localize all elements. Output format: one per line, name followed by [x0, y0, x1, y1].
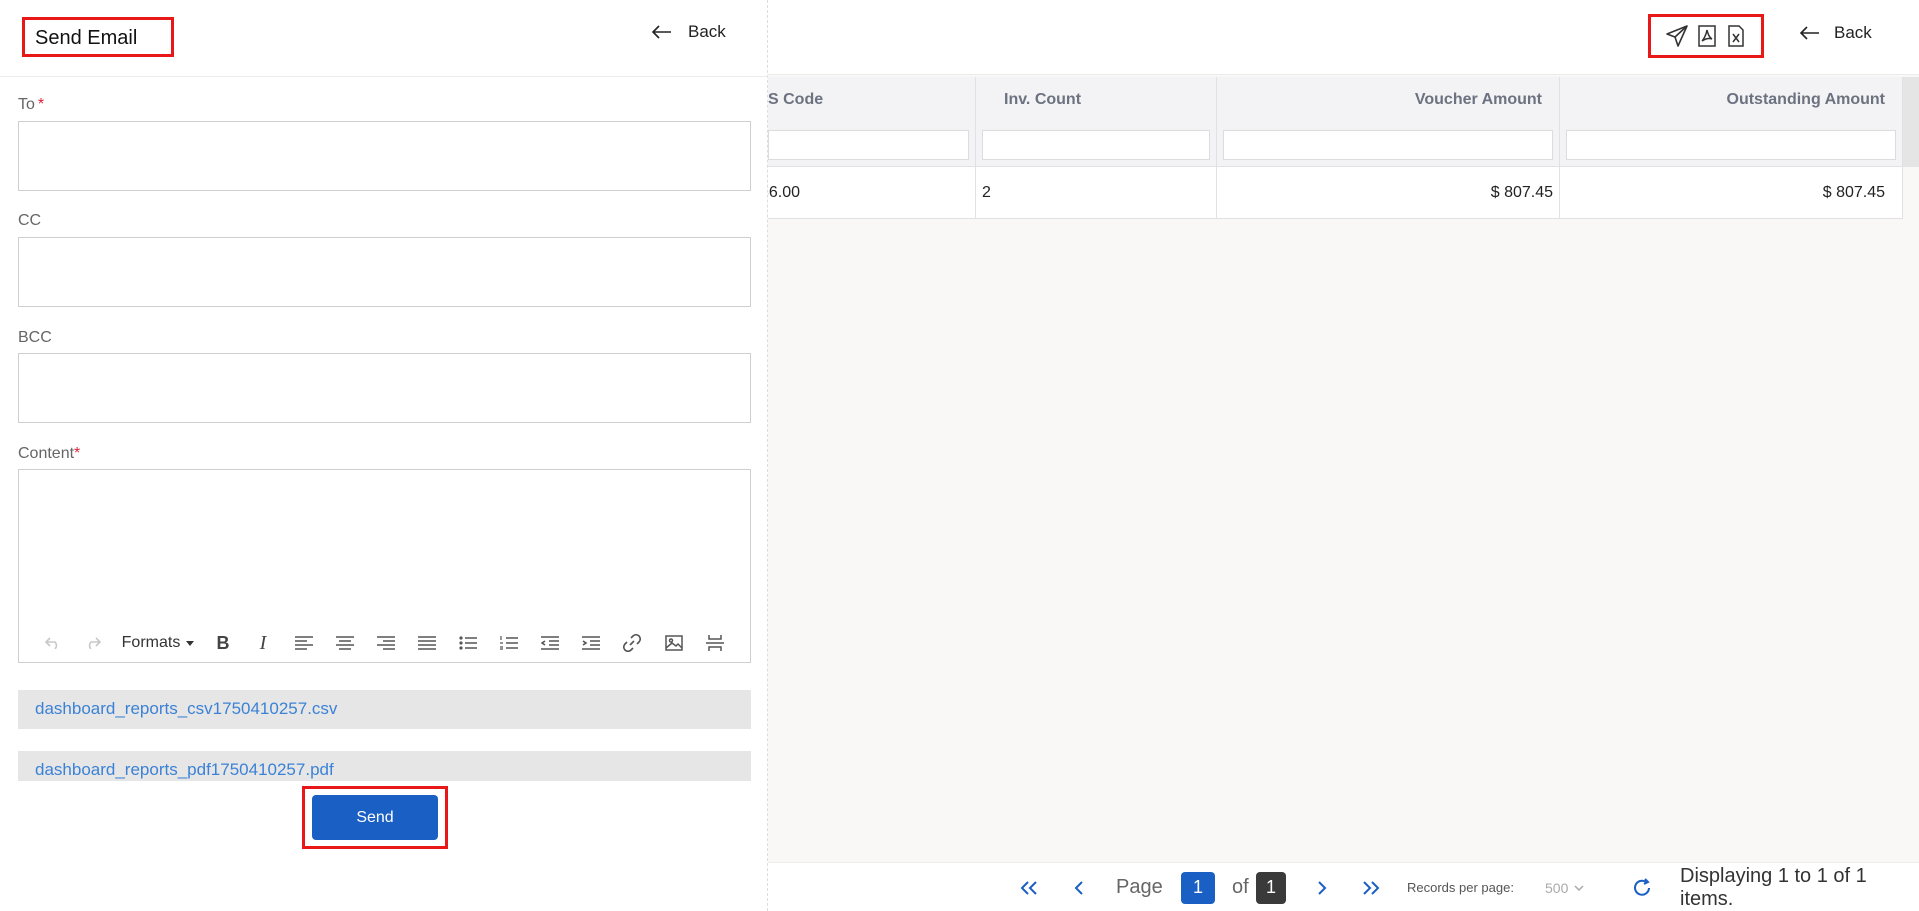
- required-mark: *: [37, 96, 45, 113]
- panel-title: Send Email: [22, 17, 174, 57]
- report-back-label: Back: [1834, 23, 1872, 42]
- numbered-list-icon[interactable]: [488, 628, 529, 658]
- pdf-icon[interactable]: [1696, 24, 1718, 48]
- of-label: of: [1232, 876, 1249, 898]
- outdent-icon[interactable]: [529, 628, 570, 658]
- page-label: Page: [1116, 876, 1163, 898]
- panel-back-button[interactable]: Back: [652, 22, 726, 42]
- indent-icon[interactable]: [570, 628, 611, 658]
- content-label: Content*: [18, 445, 80, 463]
- align-center-icon[interactable]: [324, 628, 365, 658]
- caret-down-icon: [186, 640, 195, 646]
- italic-icon[interactable]: I: [243, 628, 283, 658]
- column-header-outstanding-amount[interactable]: Outstanding Amount: [1560, 77, 1903, 167]
- next-page-icon[interactable]: [1317, 863, 1327, 911]
- column-label: Voucher Amount: [1414, 91, 1542, 108]
- bold-icon[interactable]: B: [203, 628, 243, 658]
- content-editor[interactable]: Formats B I: [18, 469, 751, 663]
- table-cell: $ 807.45: [1560, 167, 1903, 219]
- panel-back-label: Back: [688, 22, 726, 41]
- to-label: To *: [18, 96, 44, 114]
- cc-field[interactable]: [18, 237, 751, 307]
- arrow-left-icon: [1800, 26, 1819, 40]
- column-label: Inv. Count: [1004, 91, 1082, 108]
- editor-toolbar: Formats B I: [19, 624, 750, 662]
- column-filter-input[interactable]: [1566, 130, 1896, 160]
- attachment-pdf[interactable]: dashboard_reports_pdf1750410257.pdf: [18, 751, 751, 781]
- grid-scrollbar[interactable]: [1903, 77, 1919, 167]
- records-per-page-select[interactable]: 500: [1545, 863, 1584, 911]
- send-icon[interactable]: [1665, 24, 1689, 48]
- redo-icon[interactable]: [73, 628, 113, 658]
- excel-icon[interactable]: [1725, 24, 1747, 48]
- link-icon[interactable]: [611, 628, 653, 658]
- align-left-icon[interactable]: [283, 628, 324, 658]
- table-cell: 2: [976, 167, 1217, 219]
- bullet-list-icon[interactable]: [447, 628, 488, 658]
- refresh-icon[interactable]: [1632, 863, 1652, 911]
- formats-label: Formats: [121, 634, 181, 651]
- bcc-label: BCC: [18, 329, 52, 346]
- current-page-number: 1: [1181, 871, 1215, 904]
- column-label: Outstanding Amount: [1726, 91, 1886, 108]
- column-filter-input[interactable]: [768, 130, 969, 160]
- column-filter-input[interactable]: [1223, 130, 1553, 160]
- column-label: S Code: [768, 91, 824, 108]
- bcc-field[interactable]: [18, 353, 751, 423]
- report-back-button[interactable]: Back: [1800, 23, 1872, 43]
- column-header-voucher-amount[interactable]: Voucher Amount: [1217, 77, 1560, 167]
- chevron-down-icon: [1574, 884, 1584, 891]
- send-button[interactable]: Send: [312, 795, 438, 840]
- to-label-text: To: [18, 96, 35, 113]
- content-label-text: Content: [18, 445, 75, 462]
- column-filter-input[interactable]: [982, 130, 1210, 160]
- records-per-page-value: 500: [1545, 879, 1569, 896]
- attachment-csv[interactable]: dashboard_reports_csv1750410257.csv: [18, 690, 751, 729]
- current-page[interactable]: 1: [1181, 863, 1215, 911]
- send-button-highlight: Send: [302, 786, 448, 849]
- send-email-header: Send Email Back: [0, 0, 768, 77]
- arrow-left-icon: [652, 25, 671, 39]
- first-page-icon[interactable]: [1020, 863, 1038, 911]
- align-right-icon[interactable]: [365, 628, 406, 658]
- send-email-panel: Send Email Back To * CC BCC Content* Form…: [0, 0, 768, 911]
- page-break-icon[interactable]: [694, 628, 735, 658]
- image-icon[interactable]: [653, 628, 694, 658]
- column-header-inv-count[interactable]: Inv. Count: [976, 77, 1217, 167]
- table-cell: $ 807.45: [1217, 167, 1560, 219]
- records-per-page-label: Records per page:: [1407, 880, 1514, 895]
- align-justify-icon[interactable]: [406, 628, 447, 658]
- formats-dropdown[interactable]: Formats: [113, 628, 203, 658]
- last-page-icon[interactable]: [1362, 863, 1380, 911]
- cc-label: CC: [18, 212, 42, 229]
- display-count-text: Displaying 1 to 1 of 1 items.: [1680, 864, 1867, 910]
- export-toolbar: [1648, 14, 1764, 58]
- total-pages: 1: [1256, 863, 1286, 911]
- undo-icon[interactable]: [33, 628, 73, 658]
- to-field[interactable]: [18, 121, 751, 191]
- prev-page-icon[interactable]: [1074, 863, 1084, 911]
- total-pages-number: 1: [1256, 871, 1286, 904]
- required-mark: *: [74, 445, 81, 462]
